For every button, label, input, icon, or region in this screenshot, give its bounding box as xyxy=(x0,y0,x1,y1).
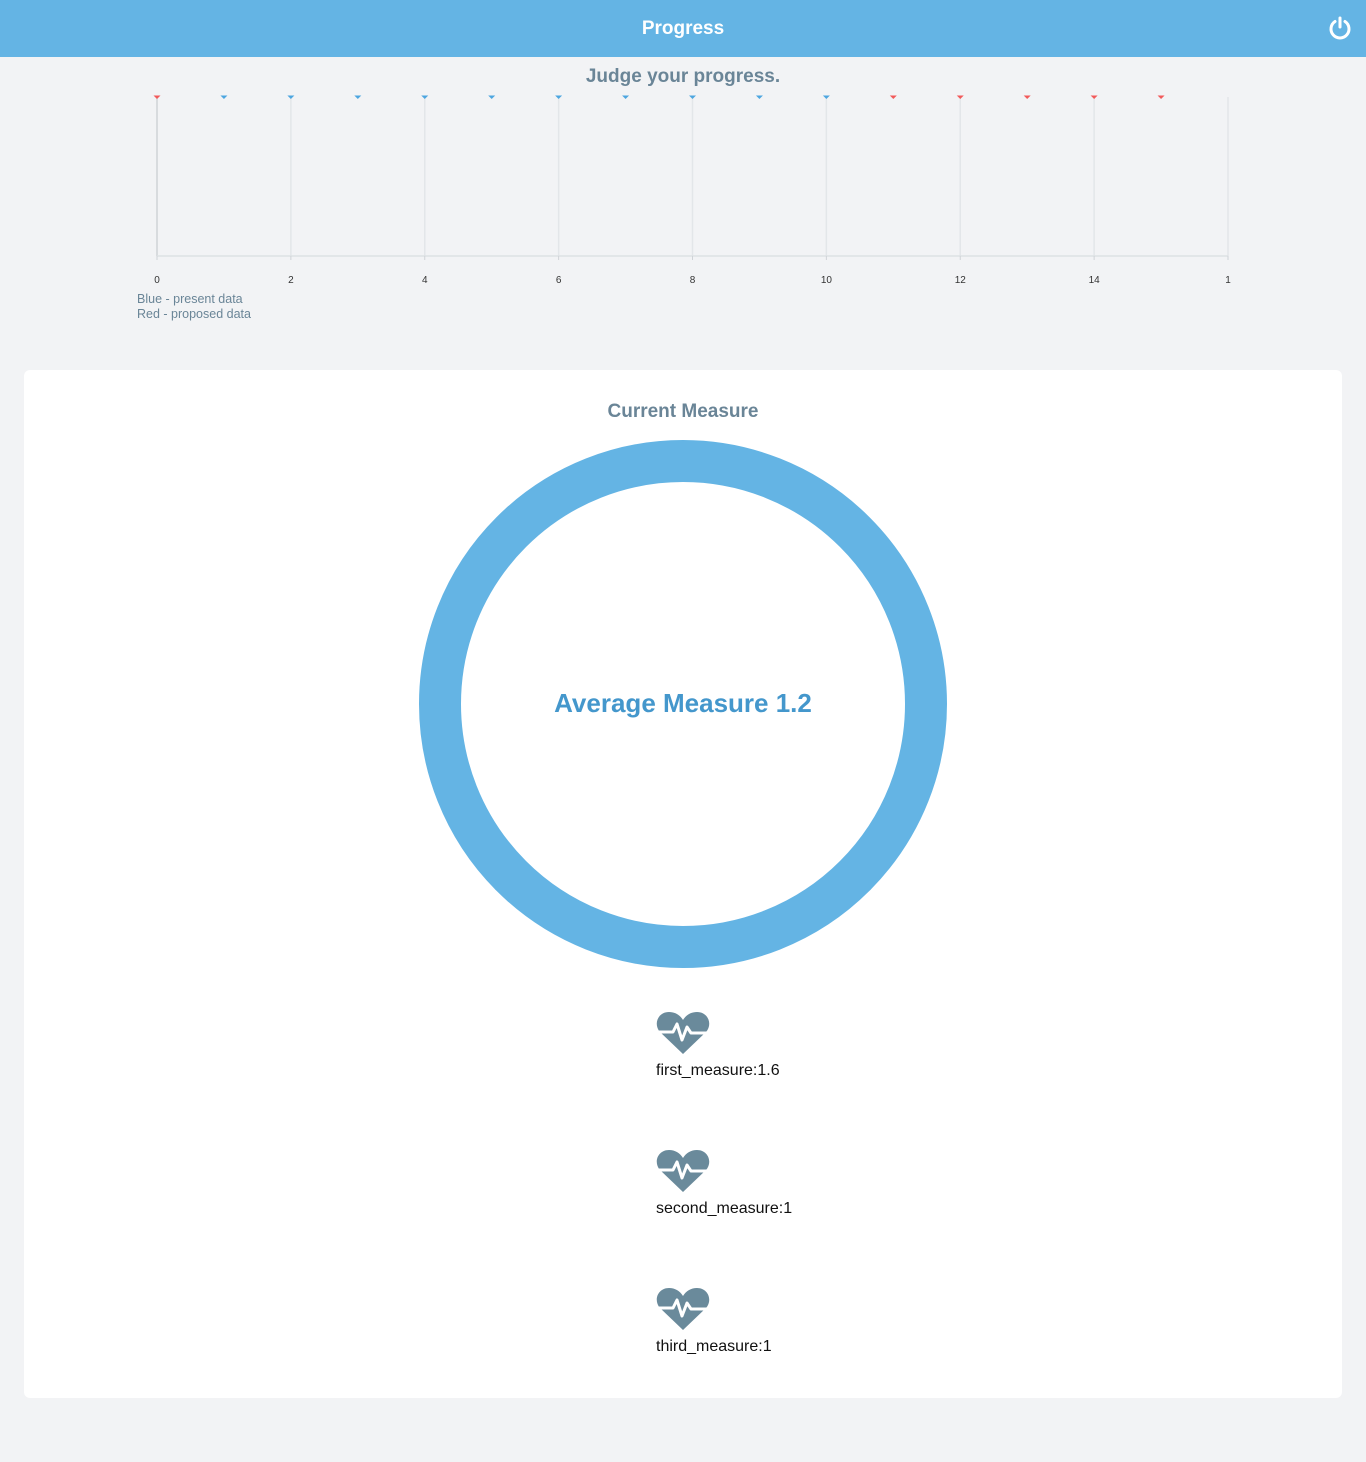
data-point xyxy=(153,95,161,99)
data-point xyxy=(755,95,763,99)
measure-label: third_measure:1 xyxy=(656,1338,772,1355)
data-point xyxy=(354,95,362,99)
legend-red: Red - proposed data xyxy=(137,307,251,321)
data-point xyxy=(956,95,964,99)
data-point xyxy=(488,95,496,99)
measure-label: first_measure:1.6 xyxy=(656,1062,780,1079)
x-tick-label: 8 xyxy=(690,275,696,286)
x-tick-label: 2 xyxy=(288,275,294,286)
measure-label: second_measure:1 xyxy=(656,1200,793,1217)
x-tick-label: 6 xyxy=(556,275,562,286)
x-tick-label: 10 xyxy=(821,275,833,286)
data-point xyxy=(220,95,228,99)
average-measure-label: Average Measure 1.2 xyxy=(554,688,812,718)
card-title: Current Measure xyxy=(607,401,759,422)
x-tick-label: 14 xyxy=(1089,275,1101,286)
data-point xyxy=(1157,95,1165,99)
current-measure-card: Current Measure Average Measure 1.2 firs… xyxy=(24,370,1342,1398)
progress-chart: 0 2 4 6 8 10 12 14 1 xyxy=(153,95,1231,286)
data-point xyxy=(889,95,897,99)
x-tick-label: 12 xyxy=(955,275,967,286)
data-point xyxy=(287,95,295,99)
legend-blue: Blue - present data xyxy=(137,292,243,306)
x-tick-label: 4 xyxy=(422,275,428,286)
chart-legend: Blue - present data Red - proposed data xyxy=(137,292,251,322)
data-point xyxy=(1090,95,1098,99)
data-point xyxy=(822,95,830,99)
data-point xyxy=(555,95,563,99)
data-point xyxy=(622,95,630,99)
heartbeat-icon xyxy=(656,1150,710,1192)
heartbeat-icon xyxy=(656,1012,710,1054)
data-point xyxy=(421,95,429,99)
data-point xyxy=(1023,95,1031,99)
heartbeat-icon xyxy=(656,1288,710,1330)
x-tick-label: 0 xyxy=(154,275,160,286)
data-point xyxy=(689,95,696,99)
x-tick-label: 1 xyxy=(1225,275,1231,286)
